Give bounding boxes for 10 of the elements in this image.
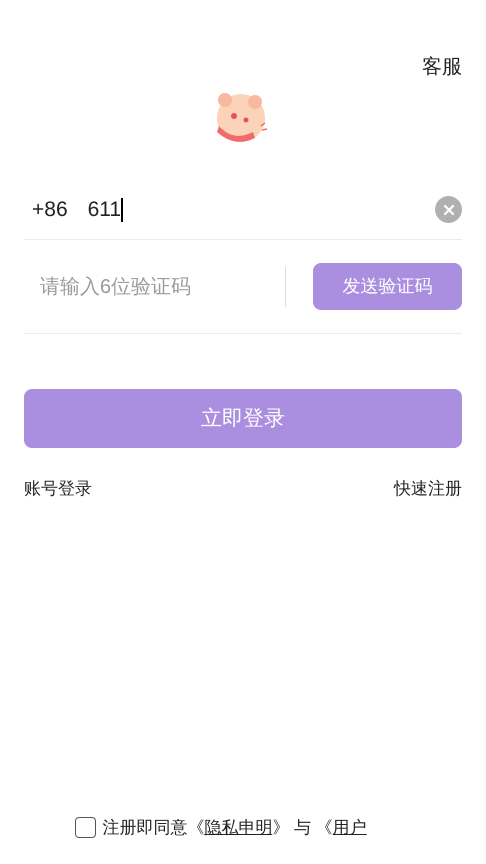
account-login-link[interactable]: 账号登录	[24, 476, 92, 502]
verification-code-field[interactable]: 请输入6位验证码	[24, 272, 284, 302]
user-agreement-link[interactable]: 用户	[332, 818, 367, 836]
agreement-checkbox[interactable]	[75, 816, 96, 838]
quick-register-link[interactable]: 快速注册	[394, 476, 462, 502]
privacy-link[interactable]: 隐私申明	[204, 818, 272, 836]
agreement-text: 注册即同意《隐私申明》 与 《用户	[102, 816, 367, 838]
phone-input-field[interactable]: 611	[88, 194, 435, 226]
customer-service-link[interactable]: 客服	[422, 52, 462, 82]
country-code[interactable]: +86	[32, 194, 68, 226]
